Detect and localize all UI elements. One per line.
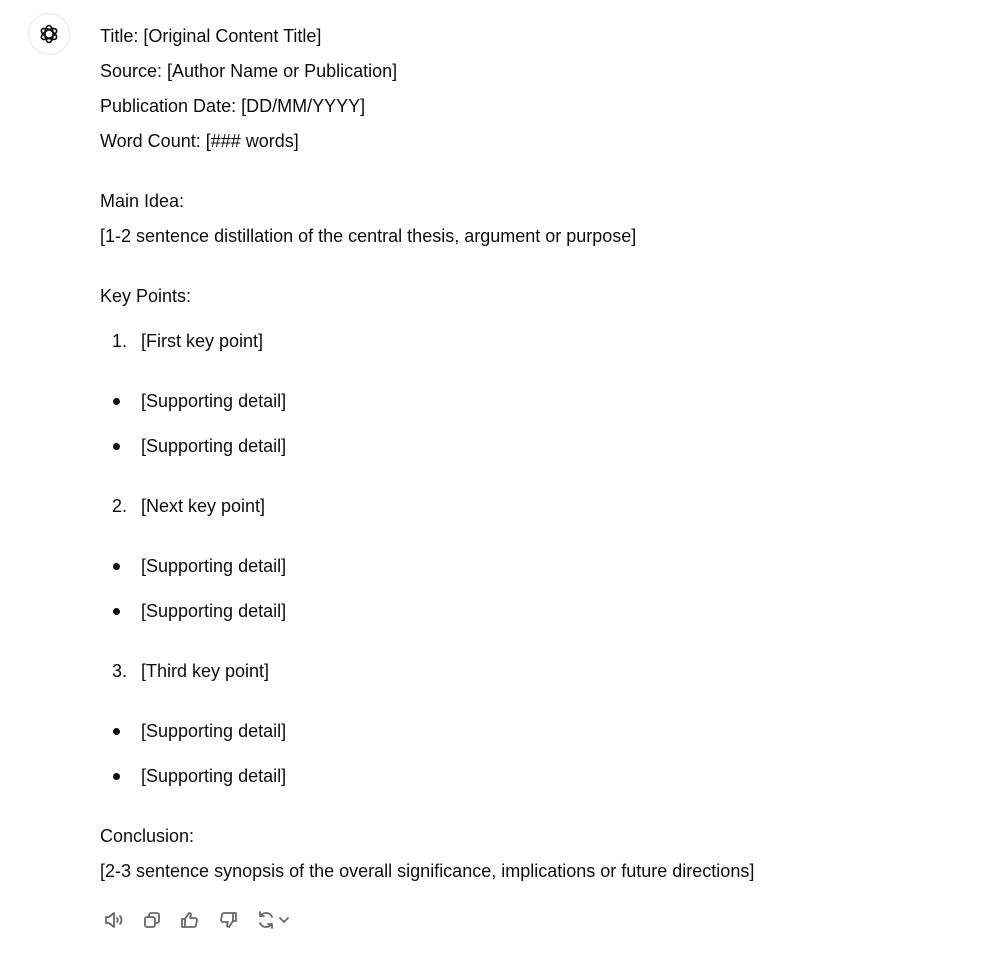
read-aloud-icon: [104, 911, 122, 928]
supporting-detail: [Supporting detail]: [141, 766, 287, 786]
copy-icon: [143, 911, 160, 928]
thumbs-down-button[interactable]: [216, 908, 239, 931]
supporting-detail: [Supporting detail]: [141, 601, 287, 621]
read-aloud-button[interactable]: [102, 908, 125, 931]
bullet-icon: [113, 773, 120, 780]
supporting-detail: [Supporting detail]: [141, 391, 287, 411]
supporting-detail: [Supporting detail]: [141, 556, 287, 576]
copy-button[interactable]: [140, 908, 163, 931]
main-idea-text: [1-2 sentence distillation of the centra…: [100, 226, 637, 246]
key-point-text: [Third key point]: [141, 661, 270, 681]
key-point-text: [Next key point]: [141, 496, 266, 516]
key-point-number: 2.: [112, 496, 128, 516]
regenerate-icon: [259, 910, 273, 929]
bullet-icon: [113, 443, 120, 450]
assistant-avatar: [28, 13, 70, 55]
bullet-icon: [113, 728, 120, 735]
word-count-line: Word Count: [### words]: [100, 131, 299, 151]
supporting-detail: [Supporting detail]: [141, 436, 287, 456]
bullet-icon: [113, 398, 120, 405]
openai-logo-icon: [40, 24, 58, 44]
message-actions: [102, 908, 292, 931]
thumbs-down-icon: [219, 911, 237, 928]
key-point-number: 3.: [112, 661, 128, 681]
key-points-label: Key Points:: [100, 286, 192, 306]
bullet-icon: [113, 563, 120, 570]
conclusion-label: Conclusion:: [100, 826, 195, 846]
regenerate-button[interactable]: [254, 908, 292, 931]
date-line: Publication Date: [DD/MM/YYYY]: [100, 96, 366, 116]
key-point-text: [First key point]: [141, 331, 264, 351]
bullet-icon: [113, 608, 120, 615]
thumbs-up-icon: [180, 911, 198, 928]
thumbs-up-button[interactable]: [178, 908, 201, 931]
key-point-number: 1.: [112, 331, 128, 351]
conclusion-text: [2-3 sentence synopsis of the overall si…: [100, 861, 755, 881]
source-line: Source: [Author Name or Publication]: [100, 61, 398, 81]
supporting-detail: [Supporting detail]: [141, 721, 287, 741]
chevron-down-icon: [279, 916, 289, 923]
title-line: Title: [Original Content Title]: [100, 26, 322, 46]
main-idea-label: Main Idea:: [100, 191, 185, 211]
